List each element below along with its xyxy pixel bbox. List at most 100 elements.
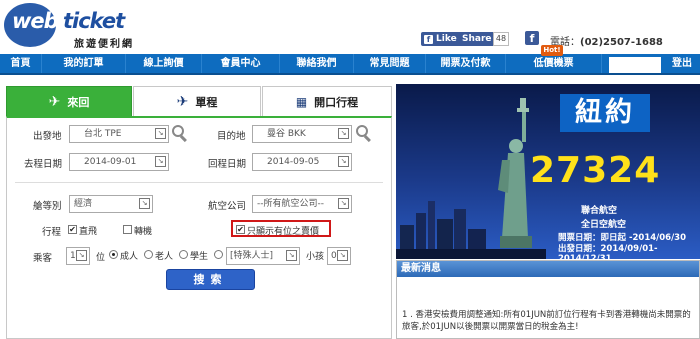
nav-item-online-quote[interactable]: 線上詢價 <box>126 54 202 73</box>
dropdown-icon: ↘ <box>337 250 348 261</box>
route-label: 行程 <box>42 227 62 238</box>
trip-type-tabs: ✈ 來回 ✈ 單程 ▦ 開口行程 <box>6 86 392 116</box>
depart-value: 台北 TPE <box>84 129 122 139</box>
pick-icon: ↘ <box>338 128 349 139</box>
fb-like-label: Like <box>436 34 457 44</box>
transfer-checkbox[interactable] <box>123 225 132 234</box>
tab-open-jaw-label: 開口行程 <box>314 95 359 109</box>
search-button[interactable]: 搜索 <box>166 269 255 290</box>
airline-select[interactable]: --所有航空公司-- ↘ <box>252 195 352 213</box>
promo-airline-1: 聯合航空 <box>581 206 618 216</box>
dropdown-icon: ↘ <box>139 198 150 209</box>
pick-icon: ↘ <box>155 128 166 139</box>
tab-round-trip-label: 來回 <box>67 95 90 109</box>
fb-share-count: 48 <box>493 32 509 46</box>
news-header: 最新消息 <box>397 261 699 277</box>
dropdown-icon: ↘ <box>286 250 297 261</box>
dest-label: 目的地 <box>217 131 246 142</box>
nav-item-my-orders[interactable]: 我的訂單 <box>42 54 126 73</box>
airline-value: --所有航空公司-- <box>257 199 324 209</box>
adult-label: 成人 <box>120 252 139 262</box>
nav-item-contact-us[interactable]: 聯絡我們 <box>280 54 354 73</box>
return-date-input[interactable]: 2014-09-05 ↘ <box>252 153 352 171</box>
special-select[interactable]: [特殊人士] ↘ <box>226 247 300 265</box>
tab-round-trip[interactable]: ✈ 來回 <box>6 86 132 116</box>
search-form: 出發地 台北 TPE ↘ 目的地 曼谷 BKK ↘ 去程日期 2014-09-01 ↘… <box>6 116 392 339</box>
calendar-icon: ↘ <box>338 156 349 167</box>
depart-input[interactable]: 台北 TPE ↘ <box>69 125 169 143</box>
senior-radio[interactable] <box>144 250 153 259</box>
nav-item-member-center[interactable]: 會員中心 <box>202 54 280 73</box>
nav-item-cheap-tickets[interactable]: 低價機票 <box>506 54 602 73</box>
nav-item-home[interactable]: 首頁 <box>0 54 42 73</box>
calendar-icon: ↘ <box>155 156 166 167</box>
logo-subtitle: 旅遊便利網 <box>74 39 134 50</box>
fb-share-button[interactable]: Share <box>457 32 497 46</box>
student-radio[interactable] <box>179 250 188 259</box>
search-icon[interactable] <box>172 125 188 143</box>
dropdown-icon: ↘ <box>338 198 349 209</box>
nav-item-faq[interactable]: 常見問題 <box>354 54 426 73</box>
promo-airline-2: 全日空航空 <box>581 220 627 230</box>
promo-banner[interactable]: 紐約 27324 聯合航空 全日空航空 開票日期：即日起 -2014/06/30… <box>396 84 700 259</box>
news-panel: 最新消息 1 . 香港安檢費用調整通知:所有01JUN前訂位行程有卡到香港轉機尚… <box>396 260 700 339</box>
adult-radio[interactable] <box>109 250 118 259</box>
child-input[interactable]: 0 ↘ <box>327 247 351 265</box>
hot-badge: Hot! <box>541 45 563 56</box>
fb-like-button[interactable]: f Like <box>421 32 460 46</box>
nav-item-logout[interactable]: 登出 <box>664 54 700 73</box>
direct-checkbox[interactable]: ✔ <box>68 225 77 234</box>
seat-only-checkbox[interactable]: ✔ <box>236 225 245 234</box>
promo-title: 紐約 <box>560 94 650 132</box>
pax-unit: 位 <box>96 253 106 263</box>
transfer-label: 轉機 <box>134 227 153 237</box>
airline-label: 航空公司 <box>208 201 247 212</box>
fb-share-label: Share <box>462 34 492 44</box>
child-value: 0 <box>331 251 337 261</box>
grid-icon: ▦ <box>295 94 308 109</box>
dest-input[interactable]: 曼谷 BKK ↘ <box>252 125 352 143</box>
logo-web-text: web <box>12 9 59 33</box>
main-nav: 首頁 我的訂單 線上詢價 會員中心 聯絡我們 常見問題 開票及付款 低價機票 登… <box>0 54 700 75</box>
promo-travel-dates: 出發日期：2014/09/01-2014/12/31 <box>558 244 658 259</box>
pax-label: 乘客 <box>33 253 53 264</box>
senior-label: 老人 <box>155 252 174 262</box>
nav-item-ticketing-payment[interactable]: 開票及付款 <box>426 54 506 73</box>
airplane-icon: ✈ <box>48 93 61 110</box>
special-radio[interactable] <box>214 250 223 259</box>
depart-date-input[interactable]: 2014-09-01 ↘ <box>69 153 169 171</box>
cabin-select[interactable]: 經濟 ↘ <box>69 195 153 213</box>
form-divider <box>15 182 383 183</box>
facebook-icon: f <box>424 34 433 44</box>
logo-ticket-text: ticket <box>63 9 125 33</box>
tab-one-way-label: 單程 <box>195 95 218 109</box>
promo-price: 27324 <box>530 150 661 191</box>
return-date-label: 回程日期 <box>208 159 247 170</box>
student-label: 學生 <box>190 252 209 262</box>
user-name-box <box>609 57 661 73</box>
pax-value: 1 <box>70 251 76 261</box>
phone-number: (02)2507-1688 <box>580 37 663 48</box>
facebook-page-icon[interactable]: f <box>525 31 539 45</box>
depart-date-label: 去程日期 <box>24 159 63 170</box>
direct-label: 直飛 <box>79 227 98 237</box>
return-date-value: 2014-09-05 <box>267 157 320 167</box>
pax-input[interactable]: 1 ↘ <box>66 247 90 265</box>
tab-one-way[interactable]: ✈ 單程 <box>133 86 261 116</box>
phone-info: 電話：(02)2507-1688 <box>550 33 663 48</box>
cabin-value: 經濟 <box>74 199 93 209</box>
airplane-icon: ✈ <box>176 93 189 110</box>
seat-only-label: 只顯示有位之賣價 <box>247 227 320 237</box>
site-header: web ticket 旅遊便利網 f Like Share 48 f 電話：(02… <box>0 0 700 54</box>
special-value: [特殊人士] <box>230 251 274 261</box>
dest-value: 曼谷 BKK <box>267 129 306 139</box>
dropdown-icon: ↘ <box>76 250 87 261</box>
news-item[interactable]: 1 . 香港安檢費用調整通知:所有01JUN前訂位行程有卡到香港轉機尚未開票的旅… <box>402 309 698 333</box>
webticket-logo[interactable]: web ticket 旅遊便利網 <box>4 3 154 50</box>
cabin-label: 艙等別 <box>33 201 62 212</box>
search-icon[interactable] <box>356 125 372 143</box>
depart-date-value: 2014-09-01 <box>84 157 137 167</box>
tab-open-jaw[interactable]: ▦ 開口行程 <box>262 86 392 116</box>
child-label: 小孩 <box>306 252 325 262</box>
depart-label: 出發地 <box>33 131 62 142</box>
